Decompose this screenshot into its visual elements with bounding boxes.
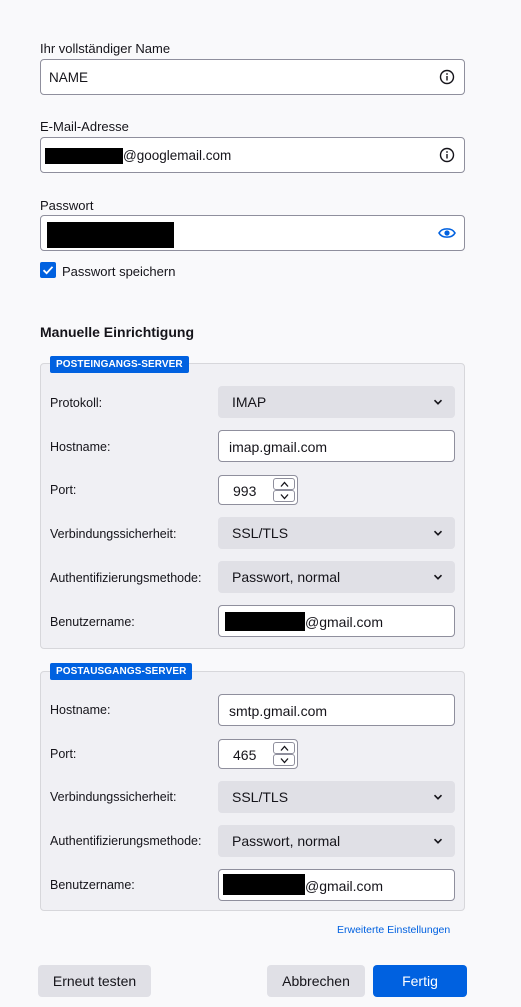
outgoing-username-label: Benutzername: bbox=[50, 878, 135, 892]
outgoing-server-badge: POSTAUSGANGS-SERVER bbox=[50, 663, 193, 680]
outgoing-username-domain: @gmail.com bbox=[305, 878, 384, 894]
incoming-username-input[interactable]: @gmail.com bbox=[218, 605, 455, 637]
incoming-auth-select[interactable]: Passwort, normal bbox=[218, 561, 455, 593]
outgoing-auth-select[interactable]: Passwort, normal bbox=[218, 825, 455, 857]
advanced-settings-link[interactable]: Erweiterte Einstellungen bbox=[337, 924, 450, 936]
outgoing-security-label: Verbindungssicherheit: bbox=[50, 790, 177, 804]
incoming-protocol-select[interactable]: IMAP bbox=[218, 386, 455, 418]
incoming-security-value: SSL/TLS bbox=[232, 525, 289, 541]
password-label: Passwort bbox=[40, 198, 94, 213]
incoming-protocol-label: Protokoll: bbox=[50, 396, 103, 410]
outgoing-hostname-value: smtp.gmail.com bbox=[229, 703, 328, 719]
remember-password-label: Passwort speichern bbox=[62, 264, 176, 279]
chevron-down-icon bbox=[433, 399, 443, 405]
incoming-port-value: 993 bbox=[233, 483, 257, 499]
incoming-username-domain: @gmail.com bbox=[305, 614, 384, 630]
incoming-auth-label: Authentifizierungsmethode: bbox=[50, 571, 202, 585]
outgoing-hostname-input[interactable]: smtp.gmail.com bbox=[218, 694, 455, 726]
name-value: NAME bbox=[49, 70, 89, 85]
chevron-down-icon bbox=[280, 494, 289, 500]
email-input[interactable]: @googlemail.com bbox=[40, 137, 465, 173]
incoming-protocol-value: IMAP bbox=[232, 394, 267, 410]
email-label: E-Mail-Adresse bbox=[40, 119, 129, 134]
incoming-username-label: Benutzername: bbox=[50, 615, 135, 629]
remember-password-checkbox[interactable] bbox=[40, 262, 56, 278]
cancel-button[interactable]: Abbrechen bbox=[267, 965, 365, 997]
redacted-username bbox=[225, 612, 305, 631]
name-input[interactable]: NAME bbox=[40, 59, 465, 95]
outgoing-port-value: 465 bbox=[233, 747, 257, 763]
chevron-down-icon bbox=[433, 574, 443, 580]
incoming-hostname-input[interactable]: imap.gmail.com bbox=[218, 430, 455, 462]
info-icon[interactable] bbox=[439, 147, 455, 163]
outgoing-port-increment[interactable] bbox=[273, 742, 295, 754]
name-label: Ihr vollständiger Name bbox=[40, 41, 171, 56]
redacted-username bbox=[223, 874, 305, 895]
chevron-down-icon bbox=[433, 838, 443, 844]
incoming-security-label: Verbindungssicherheit: bbox=[50, 527, 177, 541]
password-input[interactable] bbox=[40, 215, 465, 251]
info-icon[interactable] bbox=[439, 69, 455, 85]
chevron-up-icon bbox=[280, 481, 289, 487]
outgoing-security-select[interactable]: SSL/TLS bbox=[218, 781, 455, 813]
done-button[interactable]: Fertig bbox=[373, 965, 467, 997]
outgoing-hostname-label: Hostname: bbox=[50, 703, 111, 717]
checkmark-icon bbox=[42, 266, 54, 275]
redacted-password bbox=[47, 222, 174, 248]
outgoing-port-label: Port: bbox=[50, 747, 77, 761]
chevron-up-icon bbox=[280, 745, 289, 751]
chevron-down-icon bbox=[433, 794, 443, 800]
incoming-port-decrement[interactable] bbox=[273, 490, 295, 502]
manual-setup-heading: Manuelle Einrichtigung bbox=[40, 324, 195, 340]
incoming-hostname-value: imap.gmail.com bbox=[229, 439, 328, 455]
incoming-port-label: Port: bbox=[50, 483, 77, 497]
outgoing-security-value: SSL/TLS bbox=[232, 789, 289, 805]
chevron-down-icon bbox=[433, 530, 443, 536]
incoming-auth-value: Passwort, normal bbox=[232, 569, 341, 585]
incoming-security-select[interactable]: SSL/TLS bbox=[218, 517, 455, 549]
incoming-hostname-label: Hostname: bbox=[50, 440, 111, 454]
outgoing-auth-value: Passwort, normal bbox=[232, 833, 341, 849]
outgoing-port-input[interactable]: 465 bbox=[218, 739, 298, 769]
incoming-port-input[interactable]: 993 bbox=[218, 475, 298, 505]
outgoing-username-input[interactable]: @gmail.com bbox=[218, 869, 455, 901]
email-domain: @googlemail.com bbox=[123, 148, 232, 163]
redacted-email-local-part bbox=[45, 148, 123, 164]
chevron-down-icon bbox=[280, 758, 289, 764]
incoming-port-increment[interactable] bbox=[273, 478, 295, 490]
outgoing-port-decrement[interactable] bbox=[273, 754, 295, 766]
retest-button[interactable]: Erneut testen bbox=[38, 965, 151, 997]
eye-icon[interactable] bbox=[438, 226, 456, 240]
outgoing-auth-label: Authentifizierungsmethode: bbox=[50, 834, 202, 848]
incoming-server-badge: POSTEINGANGS-SERVER bbox=[50, 356, 189, 373]
